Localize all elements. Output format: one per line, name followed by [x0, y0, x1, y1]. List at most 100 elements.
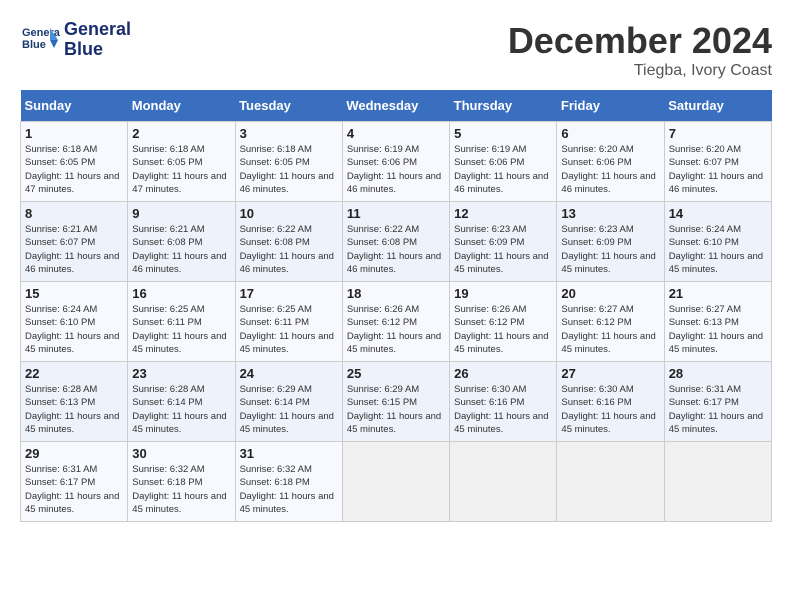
calendar-cell: 11 Sunrise: 6:22 AMSunset: 6:08 PMDayligh… — [342, 202, 449, 282]
day-info: Sunrise: 6:31 AMSunset: 6:17 PMDaylight:… — [669, 383, 767, 436]
day-info: Sunrise: 6:24 AMSunset: 6:10 PMDaylight:… — [669, 223, 767, 276]
location-title: Tiegba, Ivory Coast — [508, 62, 772, 80]
day-info: Sunrise: 6:28 AMSunset: 6:14 PMDaylight:… — [132, 383, 230, 436]
day-info: Sunrise: 6:21 AMSunset: 6:08 PMDaylight:… — [132, 223, 230, 276]
calendar-cell: 24 Sunrise: 6:29 AMSunset: 6:14 PMDayligh… — [235, 362, 342, 442]
day-info: Sunrise: 6:26 AMSunset: 6:12 PMDaylight:… — [347, 303, 445, 356]
day-number: 29 — [25, 446, 123, 461]
calendar-header-row: SundayMondayTuesdayWednesdayThursdayFrid… — [21, 90, 772, 122]
day-info: Sunrise: 6:29 AMSunset: 6:15 PMDaylight:… — [347, 383, 445, 436]
day-number: 23 — [132, 366, 230, 381]
calendar-cell: 12 Sunrise: 6:23 AMSunset: 6:09 PMDayligh… — [450, 202, 557, 282]
day-info: Sunrise: 6:19 AMSunset: 6:06 PMDaylight:… — [454, 143, 552, 196]
day-number: 4 — [347, 126, 445, 141]
day-info: Sunrise: 6:27 AMSunset: 6:12 PMDaylight:… — [561, 303, 659, 356]
calendar-cell: 19Sunrise: 6:26 AMSunset: 6:12 PMDayligh… — [450, 282, 557, 362]
day-number: 15 — [25, 286, 123, 301]
calendar-cell: 17 Sunrise: 6:25 AMSunset: 6:11 PMDayligh… — [235, 282, 342, 362]
month-title: December 2024 — [508, 20, 772, 62]
day-info: Sunrise: 6:23 AMSunset: 6:09 PMDaylight:… — [454, 223, 552, 276]
day-info: Sunrise: 6:20 AMSunset: 6:06 PMDaylight:… — [561, 143, 659, 196]
day-info: Sunrise: 6:22 AMSunset: 6:08 PMDaylight:… — [240, 223, 338, 276]
day-info: Sunrise: 6:23 AMSunset: 6:09 PMDaylight:… — [561, 223, 659, 276]
day-info: Sunrise: 6:22 AMSunset: 6:08 PMDaylight:… — [347, 223, 445, 276]
day-number: 7 — [669, 126, 767, 141]
calendar-table: SundayMondayTuesdayWednesdayThursdayFrid… — [20, 90, 772, 522]
day-info: Sunrise: 6:32 AMSunset: 6:18 PMDaylight:… — [240, 463, 338, 516]
day-number: 13 — [561, 206, 659, 221]
day-info: Sunrise: 6:24 AMSunset: 6:10 PMDaylight:… — [25, 303, 123, 356]
calendar-cell: 20 Sunrise: 6:27 AMSunset: 6:12 PMDayligh… — [557, 282, 664, 362]
day-number: 22 — [25, 366, 123, 381]
calendar-cell: 16 Sunrise: 6:25 AMSunset: 6:11 PMDayligh… — [128, 282, 235, 362]
header-wednesday: Wednesday — [342, 90, 449, 122]
day-number: 18 — [347, 286, 445, 301]
logo: General Blue General Blue — [20, 20, 131, 60]
day-number: 2 — [132, 126, 230, 141]
day-number: 24 — [240, 366, 338, 381]
day-number: 12 — [454, 206, 552, 221]
day-info: Sunrise: 6:32 AMSunset: 6:18 PMDaylight:… — [132, 463, 230, 516]
day-info: Sunrise: 6:29 AMSunset: 6:14 PMDaylight:… — [240, 383, 338, 436]
day-info: Sunrise: 6:28 AMSunset: 6:13 PMDaylight:… — [25, 383, 123, 436]
calendar-cell: 3 Sunrise: 6:18 AMSunset: 6:05 PMDaylight… — [235, 122, 342, 202]
calendar-week-1: 1 Sunrise: 6:18 AMSunset: 6:05 PMDaylight… — [21, 122, 772, 202]
logo-text: General Blue — [64, 20, 131, 60]
calendar-cell: 7Sunrise: 6:20 AMSunset: 6:07 PMDaylight… — [664, 122, 771, 202]
header-monday: Monday — [128, 90, 235, 122]
calendar-cell: 8Sunrise: 6:21 AMSunset: 6:07 PMDaylight… — [21, 202, 128, 282]
day-number: 1 — [25, 126, 123, 141]
calendar-cell — [664, 442, 771, 522]
day-info: Sunrise: 6:25 AMSunset: 6:11 PMDaylight:… — [240, 303, 338, 356]
day-info: Sunrise: 6:18 AMSunset: 6:05 PMDaylight:… — [132, 143, 230, 196]
calendar-cell: 15 Sunrise: 6:24 AMSunset: 6:10 PMDayligh… — [21, 282, 128, 362]
calendar-cell: 31Sunrise: 6:32 AMSunset: 6:18 PMDayligh… — [235, 442, 342, 522]
day-info: Sunrise: 6:27 AMSunset: 6:13 PMDaylight:… — [669, 303, 767, 356]
day-number: 17 — [240, 286, 338, 301]
day-info: Sunrise: 6:30 AMSunset: 6:16 PMDaylight:… — [454, 383, 552, 436]
day-info: Sunrise: 6:30 AMSunset: 6:16 PMDaylight:… — [561, 383, 659, 436]
day-info: Sunrise: 6:19 AMSunset: 6:06 PMDaylight:… — [347, 143, 445, 196]
header-sunday: Sunday — [21, 90, 128, 122]
calendar-cell: 10 Sunrise: 6:22 AMSunset: 6:08 PMDayligh… — [235, 202, 342, 282]
day-number: 26 — [454, 366, 552, 381]
calendar-cell: 27 Sunrise: 6:30 AMSunset: 6:16 PMDayligh… — [557, 362, 664, 442]
header-thursday: Thursday — [450, 90, 557, 122]
day-number: 28 — [669, 366, 767, 381]
calendar-cell: 5Sunrise: 6:19 AMSunset: 6:06 PMDaylight… — [450, 122, 557, 202]
day-number: 16 — [132, 286, 230, 301]
calendar-cell: 30Sunrise: 6:32 AMSunset: 6:18 PMDayligh… — [128, 442, 235, 522]
svg-text:Blue: Blue — [22, 39, 46, 51]
day-number: 25 — [347, 366, 445, 381]
day-number: 11 — [347, 206, 445, 221]
calendar-cell: 23 Sunrise: 6:28 AMSunset: 6:14 PMDayligh… — [128, 362, 235, 442]
header-tuesday: Tuesday — [235, 90, 342, 122]
day-info: Sunrise: 6:25 AMSunset: 6:11 PMDaylight:… — [132, 303, 230, 356]
logo-icon: General Blue — [20, 20, 60, 60]
day-number: 27 — [561, 366, 659, 381]
calendar-cell: 29 Sunrise: 6:31 AMSunset: 6:17 PMDayligh… — [21, 442, 128, 522]
day-number: 10 — [240, 206, 338, 221]
calendar-cell: 18 Sunrise: 6:26 AMSunset: 6:12 PMDayligh… — [342, 282, 449, 362]
calendar-week-5: 29 Sunrise: 6:31 AMSunset: 6:17 PMDayligh… — [21, 442, 772, 522]
title-area: December 2024 Tiegba, Ivory Coast — [508, 20, 772, 80]
calendar-cell: 9Sunrise: 6:21 AMSunset: 6:08 PMDaylight… — [128, 202, 235, 282]
calendar-week-3: 15 Sunrise: 6:24 AMSunset: 6:10 PMDayligh… — [21, 282, 772, 362]
day-info: Sunrise: 6:18 AMSunset: 6:05 PMDaylight:… — [240, 143, 338, 196]
day-info: Sunrise: 6:18 AMSunset: 6:05 PMDaylight:… — [25, 143, 123, 196]
day-number: 21 — [669, 286, 767, 301]
day-number: 3 — [240, 126, 338, 141]
calendar-week-2: 8Sunrise: 6:21 AMSunset: 6:07 PMDaylight… — [21, 202, 772, 282]
calendar-cell: 22 Sunrise: 6:28 AMSunset: 6:13 PMDayligh… — [21, 362, 128, 442]
header-saturday: Saturday — [664, 90, 771, 122]
calendar-cell: 28 Sunrise: 6:31 AMSunset: 6:17 PMDayligh… — [664, 362, 771, 442]
calendar-cell: 1 Sunrise: 6:18 AMSunset: 6:05 PMDaylight… — [21, 122, 128, 202]
day-number: 20 — [561, 286, 659, 301]
day-number: 14 — [669, 206, 767, 221]
day-number: 19 — [454, 286, 552, 301]
day-info: Sunrise: 6:31 AMSunset: 6:17 PMDaylight:… — [25, 463, 123, 516]
day-info: Sunrise: 6:21 AMSunset: 6:07 PMDaylight:… — [25, 223, 123, 276]
calendar-cell: 4 Sunrise: 6:19 AMSunset: 6:06 PMDaylight… — [342, 122, 449, 202]
calendar-cell: 13 Sunrise: 6:23 AMSunset: 6:09 PMDayligh… — [557, 202, 664, 282]
calendar-week-4: 22 Sunrise: 6:28 AMSunset: 6:13 PMDayligh… — [21, 362, 772, 442]
